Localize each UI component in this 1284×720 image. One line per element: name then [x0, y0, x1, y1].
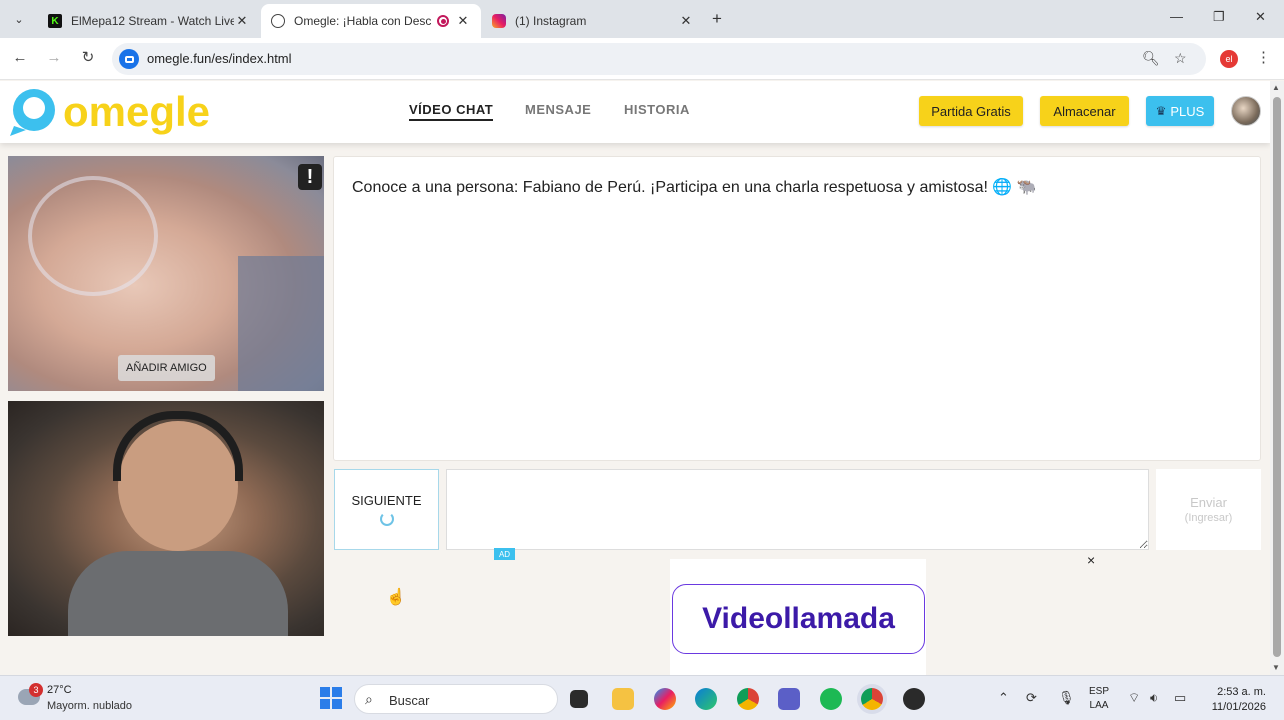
forward-icon[interactable]: →	[44, 48, 64, 68]
chrome-profile-icon[interactable]	[861, 688, 883, 710]
ad-banner[interactable]: Videollamada	[670, 559, 926, 675]
recording-icon	[437, 15, 449, 27]
scroll-down-icon[interactable]: ▼	[1272, 663, 1280, 672]
windows-taskbar: 3 27°C Mayorm. nublado ⌕ Buscar ⌃ ⟳ 🎙︎ E…	[0, 675, 1284, 720]
copilot-icon[interactable]	[654, 688, 676, 710]
maximize-icon[interactable]: ❐	[1213, 9, 1225, 25]
stranger-video: ! AÑADIR AMIGO	[8, 156, 324, 391]
scroll-up-icon[interactable]: ▲	[1272, 83, 1280, 92]
search-placeholder: Buscar	[389, 693, 430, 708]
page-scrollbar[interactable]: ▲ ▼	[1270, 81, 1284, 675]
browser-menu-icon[interactable]: ⋮	[1256, 48, 1271, 66]
wifi-icon[interactable]: ⌔	[1128, 690, 1140, 706]
store-button[interactable]: Almacenar	[1040, 96, 1129, 126]
back-icon[interactable]: ←	[10, 48, 30, 68]
report-button[interactable]: !	[298, 164, 322, 190]
logo-text: omegle	[63, 88, 210, 135]
battery-icon[interactable]: ▭	[1174, 690, 1186, 706]
language-indicator[interactable]: ESP LAA	[1089, 685, 1109, 713]
close-tab-icon[interactable]: ✕	[678, 13, 694, 29]
lang-code: ESP	[1089, 686, 1110, 697]
spotify-icon[interactable]	[820, 688, 842, 710]
send-label: Enviar	[1190, 495, 1227, 510]
url-text[interactable]: omegle.fun/es/index.html	[147, 51, 292, 66]
loading-spinner-icon	[379, 512, 394, 526]
file-explorer-icon[interactable]	[612, 688, 634, 710]
plus-label: PLUS	[1170, 103, 1205, 119]
add-friend-button[interactable]: AÑADIR AMIGO	[118, 355, 215, 381]
teams-icon[interactable]	[778, 688, 800, 710]
new-tab-icon[interactable]: +	[712, 9, 722, 29]
tab-title: Omegle: ¡Habla con Descon	[294, 14, 431, 28]
zoom-icon[interactable]: 🔍︎	[1142, 50, 1160, 67]
chat-log: Conoce a una persona: Fabiano de Perú. ¡…	[333, 156, 1261, 461]
tab-instagram[interactable]: (1) Instagram ✕	[482, 4, 704, 38]
lang-layout: LAA	[1089, 700, 1109, 711]
shirt-shape	[68, 551, 288, 636]
tab-title: ElMepa12 Stream - Watch Live	[71, 14, 234, 28]
browser-tab-strip: ⌄ K ElMepa12 Stream - Watch Live ✕ Omegl…	[0, 0, 1284, 38]
address-bar[interactable]: omegle.fun/es/index.html 🔍︎ ☆	[112, 43, 1206, 75]
page-content: omegle VÍDEO CHAT MENSAJE HISTORIA Parti…	[0, 81, 1270, 675]
user-avatar[interactable]	[1231, 96, 1261, 126]
minimize-icon[interactable]: —	[1170, 9, 1183, 24]
search-icon: ⌕	[365, 691, 373, 707]
weather-widget[interactable]: 3 27°C Mayorm. nublado	[18, 683, 138, 715]
site-camera-icon[interactable]	[119, 49, 139, 69]
next-button[interactable]: SIGUIENTE	[334, 469, 439, 550]
clock-date: 11/01/2026	[1211, 701, 1266, 713]
tab-kick-stream[interactable]: K ElMepa12 Stream - Watch Live ✕	[38, 4, 260, 38]
close-tab-icon[interactable]: ✕	[455, 13, 471, 29]
crown-icon: ♛	[1155, 104, 1167, 118]
site-header: omegle VÍDEO CHAT MENSAJE HISTORIA Parti…	[0, 81, 1270, 143]
kick-icon: K	[48, 14, 62, 28]
background-shape	[238, 256, 324, 391]
omegle-logo[interactable]: omegle	[8, 86, 218, 138]
obs-icon[interactable]	[903, 688, 925, 710]
clock-time: 2:53 a. m.	[1217, 686, 1266, 698]
system-clock[interactable]: 2:53 a. m. 11/01/2026	[1208, 685, 1266, 715]
nav-history[interactable]: HISTORIA	[624, 102, 690, 117]
globe-icon	[271, 14, 285, 28]
mouse-cursor-icon: ☝	[386, 589, 406, 606]
show-hidden-icons-icon[interactable]: ⌃	[998, 690, 1009, 706]
taskbar-search[interactable]: ⌕ Buscar	[354, 684, 558, 714]
task-view-icon[interactable]	[570, 690, 588, 708]
weather-description: Mayorm. nublado	[47, 700, 132, 712]
tab-omegle[interactable]: Omegle: ¡Habla con Descon ✕	[261, 4, 481, 38]
bookmark-star-icon[interactable]: ☆	[1174, 50, 1187, 67]
glasses-shape	[28, 176, 158, 296]
next-label: SIGUIENTE	[351, 493, 422, 508]
chrome-icon[interactable]	[737, 688, 759, 710]
tab-search-chevron-icon[interactable]: ⌄	[8, 8, 30, 30]
nav-message[interactable]: MENSAJE	[525, 102, 591, 117]
ad-headline[interactable]: Videollamada	[672, 584, 925, 654]
weather-badge: 3	[29, 683, 43, 697]
plus-button[interactable]: ♛ PLUS	[1146, 96, 1214, 126]
message-input[interactable]	[446, 469, 1149, 550]
ad-close-icon[interactable]: ×	[1087, 552, 1095, 568]
tab-title: (1) Instagram	[515, 14, 587, 28]
microphone-icon[interactable]: 🎙︎	[1058, 690, 1075, 706]
nav-video-chat[interactable]: VÍDEO CHAT	[409, 102, 494, 121]
ad-badge: AD	[494, 548, 515, 560]
instagram-icon	[492, 14, 506, 28]
windows-start-icon[interactable]	[320, 687, 342, 709]
scrollbar-thumb[interactable]	[1273, 97, 1281, 657]
close-tab-icon[interactable]: ✕	[234, 13, 250, 29]
system-message: Conoce a una persona: Fabiano de Perú. ¡…	[352, 179, 1037, 196]
close-window-icon[interactable]: ✕	[1255, 9, 1266, 25]
volume-icon[interactable]: 🔉︎	[1150, 690, 1158, 706]
headset-shape	[113, 411, 243, 481]
send-button[interactable]: Enviar (Ingresar)	[1156, 469, 1261, 550]
profile-avatar[interactable]: el	[1220, 50, 1238, 68]
free-match-button[interactable]: Partida Gratis	[919, 96, 1023, 126]
sync-icon[interactable]: ⟳	[1026, 690, 1037, 706]
edge-icon[interactable]	[695, 688, 717, 710]
temperature: 27°C	[47, 684, 72, 696]
self-video	[8, 401, 324, 636]
reload-icon[interactable]: ↻	[78, 48, 98, 68]
send-shortcut-hint: (Ingresar)	[1184, 512, 1233, 524]
browser-toolbar: ← → ↻ omegle.fun/es/index.html 🔍︎ ☆ el ⋮	[0, 38, 1284, 80]
